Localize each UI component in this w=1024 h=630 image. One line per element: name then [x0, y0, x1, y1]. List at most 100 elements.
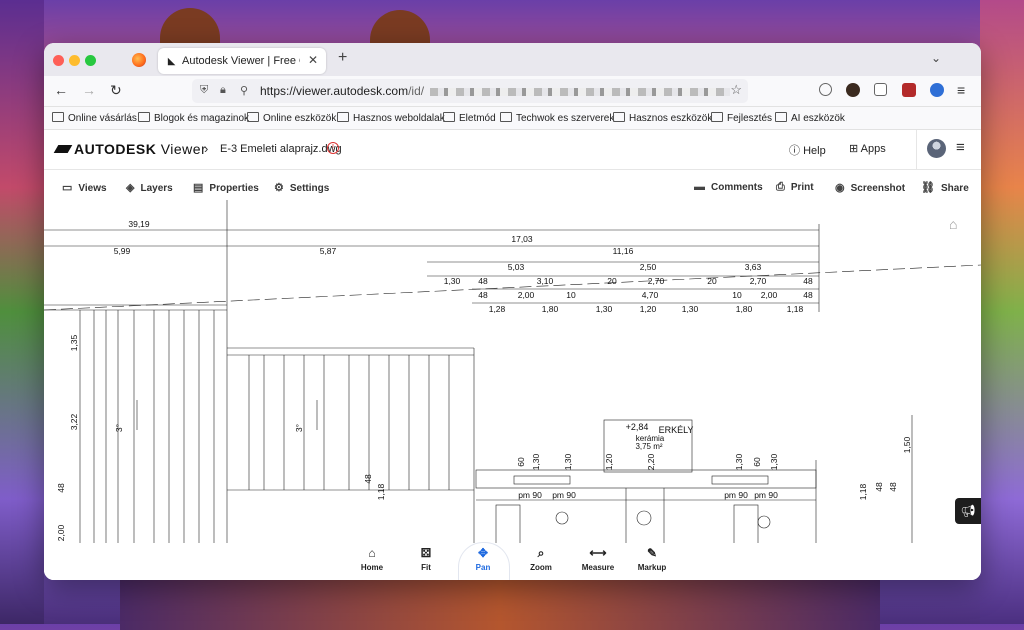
stair-label: 3° — [294, 424, 304, 432]
browser-window: ◣ Autodesk Viewer | Free Online F ✕ + ⌄ … — [44, 43, 981, 580]
app-menu-icon[interactable]: ≡ — [957, 82, 965, 98]
screenshot-button[interactable]: ◉ Screenshot — [835, 181, 905, 194]
extensions-puzzle-icon[interactable] — [874, 83, 887, 96]
comments-button[interactable]: ▬ Comments — [694, 181, 763, 193]
views-button[interactable]: ▭ Views — [62, 181, 107, 194]
layers-icon: ◈ — [126, 182, 135, 194]
back-icon[interactable]: ← — [54, 82, 68, 98]
views-icon: ▭ — [62, 182, 73, 194]
bookmark-folder[interactable]: Hasznos weboldalak — [337, 112, 445, 124]
dim-label: 48 — [363, 474, 373, 484]
folder-icon — [711, 112, 723, 122]
tab-title: Autodesk Viewer | Free Online F — [182, 55, 300, 67]
tab-autodesk-viewer[interactable]: ◣ Autodesk Viewer | Free Online F ✕ — [158, 48, 326, 74]
bookmark-folder[interactable]: Fejlesztés — [711, 112, 772, 124]
view-cube-home-icon[interactable]: ⌂ — [949, 216, 957, 232]
balcony-level: +2,84 — [626, 422, 649, 432]
minimize-window-button[interactable] — [69, 55, 80, 66]
bookmark-folder[interactable]: Eletmód — [443, 112, 496, 124]
pan-button[interactable]: ✥ Pan — [453, 546, 513, 572]
dim-label: 48 — [478, 276, 488, 286]
new-tab-icon[interactable]: + — [338, 49, 347, 67]
maximize-window-button[interactable] — [85, 55, 96, 66]
fit-icon: ⚄ — [420, 546, 432, 560]
settings-button[interactable]: ⚙ Settings — [274, 181, 329, 194]
dim-label: 5,03 — [508, 262, 525, 272]
list-all-tabs-icon[interactable]: ⌄ — [931, 51, 941, 65]
opening-label: pm 90 — [552, 490, 576, 500]
bookmark-folder[interactable]: Online vásárlás — [52, 112, 137, 124]
markup-button[interactable]: ✎ Markup — [622, 546, 682, 572]
profile-extension-icon[interactable] — [846, 83, 860, 97]
pan-arrows-icon: ✥ — [477, 546, 489, 560]
tab-close-icon[interactable]: ✕ — [308, 53, 318, 67]
opening-label: pm 90 — [724, 490, 748, 500]
viewer-toolbar: ▭ Views ◈ Layers ▤ Properties ⚙ Settings ▬ Co… — [44, 170, 981, 204]
window-dim: 2,20 — [646, 453, 656, 470]
fit-button[interactable]: ⚄ Fit — [396, 546, 456, 572]
avatar[interactable] — [927, 139, 946, 158]
wallpaper-right — [980, 0, 1024, 624]
window-dim: 1,30 — [734, 453, 744, 470]
folder-icon — [337, 112, 349, 122]
window-dim: 1,30 — [769, 453, 779, 470]
balcony-area: 3,75 m² — [635, 442, 662, 451]
dim-label: 3,22 — [69, 413, 79, 430]
gear-icon: ⚙ — [274, 182, 284, 194]
file-name[interactable]: E-3 Emeleti alaprajz.dwg — [220, 143, 342, 155]
bookmark-folder[interactable]: AI eszközök — [775, 112, 845, 124]
zoom-magnifier-icon: ⌕ — [537, 546, 545, 560]
print-button[interactable]: ⎙ Print — [776, 181, 814, 194]
window-dim: 60 — [516, 457, 526, 467]
dim-label: 10 — [566, 290, 576, 300]
dim-label: 2,70 — [750, 276, 767, 286]
dim-label: 5,87 — [320, 246, 337, 256]
forward-icon[interactable]: → — [82, 82, 96, 98]
bookmark-folder[interactable]: Online eszközök — [247, 112, 336, 124]
bookmark-folder[interactable]: Techwok es szerverek — [500, 112, 614, 124]
password-manager-icon[interactable] — [930, 83, 944, 97]
measure-button[interactable]: ⟷ Measure — [568, 546, 628, 572]
dim-label: 4,70 — [642, 290, 659, 300]
dim-label: 1,30 — [596, 304, 613, 314]
window-dim: 60 — [752, 457, 762, 467]
ublock-icon[interactable] — [902, 83, 916, 97]
zoom-button[interactable]: ⌕ Zoom — [511, 546, 571, 572]
reload-icon[interactable]: ↻ — [110, 82, 122, 99]
print-icon: ⎙ — [776, 181, 785, 193]
url-bar[interactable]: ⛨ 🔒︎ ⚲ https://viewer.autodesk.com/id/ ☆ — [192, 79, 748, 103]
floor-plan-drawing[interactable]: 39,19 17,03 5,99 5,87 11,16 5,03 2,50 3,… — [44, 200, 981, 580]
pocket-icon[interactable] — [819, 83, 832, 96]
dim-label: 1,28 — [489, 304, 506, 314]
bookmark-folder[interactable]: Hasznos eszközök — [613, 112, 712, 124]
dim-label: 1,20 — [640, 304, 657, 314]
home-button[interactable]: ⌂ Home — [342, 546, 402, 572]
apps-button[interactable]: ⊞ Apps — [849, 142, 886, 155]
home-icon: ⌂ — [368, 546, 376, 560]
bookmark-star-icon[interactable]: ☆ — [730, 82, 742, 98]
file-warning-icon[interactable]: ! — [327, 142, 339, 154]
help-button[interactable]: ⓘ Help — [789, 142, 826, 158]
feedback-megaphone-icon[interactable]: 📢︎ — [955, 498, 981, 524]
permissions-icon[interactable]: ⚲ — [240, 84, 248, 97]
bookmark-folder[interactable]: Blogok és magazinok — [138, 112, 249, 124]
dim-label: 10 — [732, 290, 742, 300]
autodesk-viewer-logo[interactable]: AUTODESK Viewer — [74, 141, 206, 157]
layers-button[interactable]: ◈ Layers — [126, 181, 173, 194]
properties-icon: ▤ — [193, 182, 204, 194]
close-window-button[interactable] — [53, 55, 64, 66]
tracking-shield-icon[interactable]: ⛨ — [200, 84, 208, 97]
folder-icon — [443, 112, 455, 122]
menu-icon[interactable]: ≡ — [956, 139, 965, 156]
properties-button[interactable]: ▤ Properties — [193, 181, 259, 194]
firefox-view-icon[interactable] — [132, 53, 146, 67]
markup-pen-icon: ✎ — [646, 546, 658, 560]
wallpaper-left — [0, 0, 44, 624]
folder-icon — [613, 112, 625, 122]
share-button[interactable]: ⛓ Share — [921, 181, 969, 194]
apps-grid-icon: ⊞ — [849, 143, 859, 155]
folder-icon — [247, 112, 259, 122]
url-path: /id/ — [408, 84, 425, 98]
lock-icon[interactable]: 🔒︎ — [220, 84, 226, 97]
drawing-canvas[interactable]: 39,19 17,03 5,99 5,87 11,16 5,03 2,50 3,… — [44, 200, 981, 580]
